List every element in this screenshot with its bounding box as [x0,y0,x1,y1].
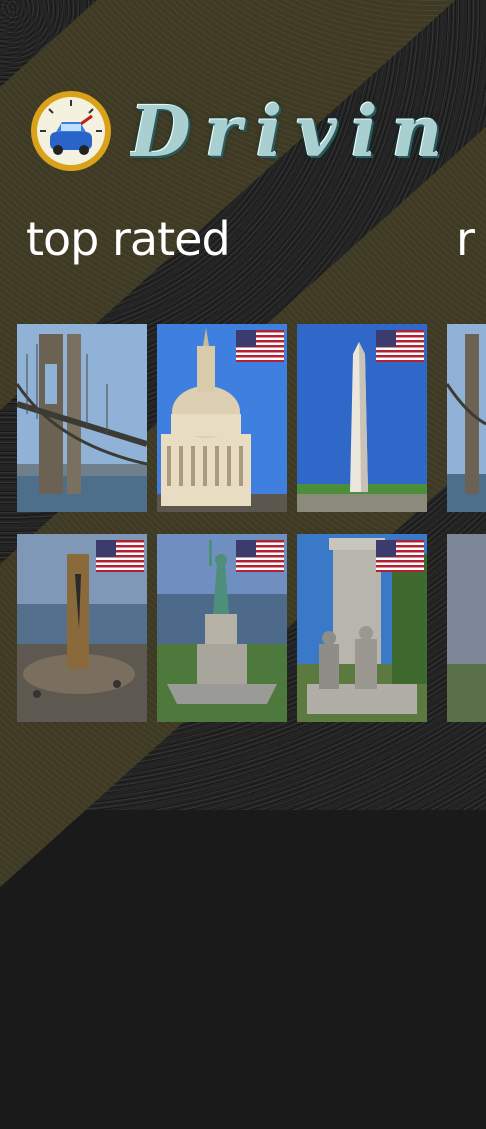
usa-flag-icon [236,540,284,572]
section-title[interactable]: top rated [26,212,231,266]
tile-statue-of-liberty[interactable] [157,534,287,722]
app-brand-title: Drivin [130,92,457,172]
usa-flag-icon [96,540,144,572]
tile-memorial-sculpture[interactable] [17,534,147,722]
usa-flag-icon [376,330,424,362]
tile-washington-monument[interactable] [297,324,427,512]
tile-landscape-partial[interactable] [447,534,486,722]
tile-brooklyn-bridge[interactable] [17,324,147,512]
usa-flag-icon [376,540,424,572]
usa-flag-icon [236,330,284,362]
tile-state-capitol[interactable] [157,324,287,512]
tile-monument-with-statues[interactable] [297,534,427,722]
speedometer-car-icon [30,90,112,172]
next-section-title-peek[interactable]: r [456,212,475,266]
tile-brooklyn-bridge-partial[interactable] [447,324,486,512]
